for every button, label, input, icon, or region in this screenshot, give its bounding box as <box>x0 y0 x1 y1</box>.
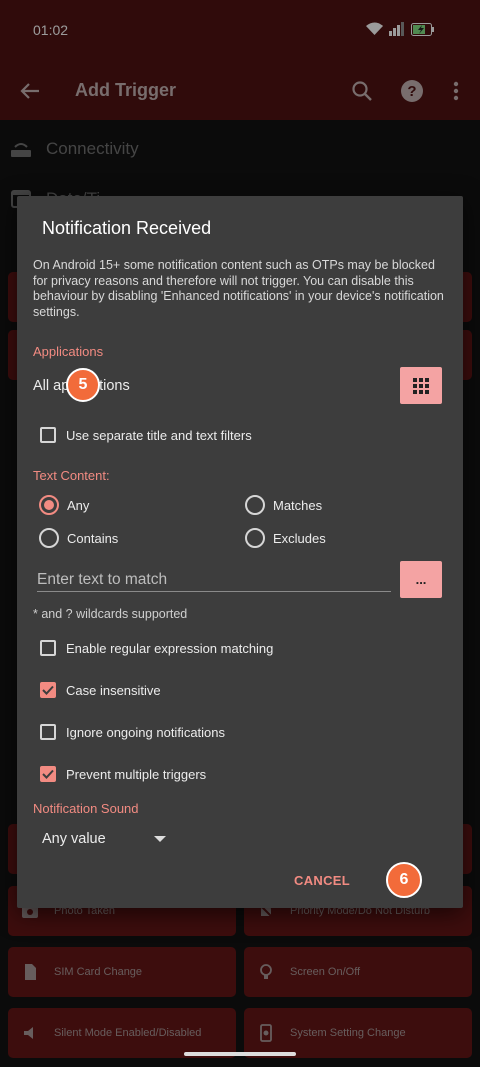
notification-sound-header: Notification Sound <box>33 801 139 816</box>
prevent-multiple-label: Prevent multiple triggers <box>66 766 207 782</box>
home-indicator[interactable] <box>184 1052 296 1056</box>
case-insensitive-label: Case insensitive <box>66 682 161 698</box>
ignore-ongoing-label: Ignore ongoing notifications <box>66 724 226 740</box>
separate-filters-checkbox[interactable] <box>40 427 56 443</box>
dialog-title: Notification Received <box>42 218 212 238</box>
wildcard-hint: * and ? wildcards supported <box>33 607 188 621</box>
check-icon <box>42 769 54 779</box>
select-applications-button[interactable] <box>400 367 442 404</box>
radio-contains[interactable]: Contains <box>39 528 118 548</box>
chevron-down-icon <box>153 836 166 842</box>
ellipsis-label: ... <box>415 572 427 587</box>
check-icon <box>42 685 54 695</box>
step-badge-6: 6 <box>386 862 422 898</box>
notification-sound-dropdown[interactable]: Any value <box>42 831 166 847</box>
step-badge-5: 5 <box>66 368 100 402</box>
case-insensitive-option[interactable]: Case insensitive <box>40 682 161 698</box>
prevent-multiple-option[interactable]: Prevent multiple triggers <box>40 766 206 782</box>
radio-any-label: Any <box>67 497 90 513</box>
separate-filters-label: Use separate title and text filters <box>66 427 252 443</box>
notification-sound-value: Any value <box>42 831 106 847</box>
ignore-ongoing-checkbox[interactable] <box>40 724 56 740</box>
radio-excludes[interactable]: Excludes <box>245 528 326 548</box>
cancel-button[interactable]: CANCEL <box>294 873 350 888</box>
radio-matches-button[interactable] <box>245 495 265 515</box>
radio-contains-label: Contains <box>67 530 119 546</box>
text-match-input[interactable] <box>37 568 391 592</box>
dialog-description: On Android 15+ some notification content… <box>33 258 444 319</box>
radio-matches-label: Matches <box>273 497 323 513</box>
radio-excludes-button[interactable] <box>245 528 265 548</box>
regex-option[interactable]: Enable regular expression matching <box>40 640 273 656</box>
applications-header: Applications <box>33 344 104 359</box>
prevent-multiple-checkbox[interactable] <box>40 766 56 782</box>
ignore-ongoing-option[interactable]: Ignore ongoing notifications <box>40 724 225 740</box>
regex-checkbox[interactable] <box>40 640 56 656</box>
radio-any[interactable]: Any <box>39 495 89 515</box>
case-insensitive-checkbox[interactable] <box>40 682 56 698</box>
text-content-header: Text Content: <box>33 468 110 483</box>
radio-excludes-label: Excludes <box>273 530 326 546</box>
magic-text-button[interactable]: ... <box>400 561 442 598</box>
separate-filters-option[interactable]: Use separate title and text filters <box>40 427 252 443</box>
radio-contains-button[interactable] <box>39 528 59 548</box>
input-underline <box>37 591 391 592</box>
regex-label: Enable regular expression matching <box>66 640 274 656</box>
radio-any-button[interactable] <box>39 495 59 515</box>
grid-icon <box>413 377 429 394</box>
notification-received-dialog: Notification Received On Android 15+ som… <box>17 196 463 908</box>
radio-matches[interactable]: Matches <box>245 495 322 515</box>
